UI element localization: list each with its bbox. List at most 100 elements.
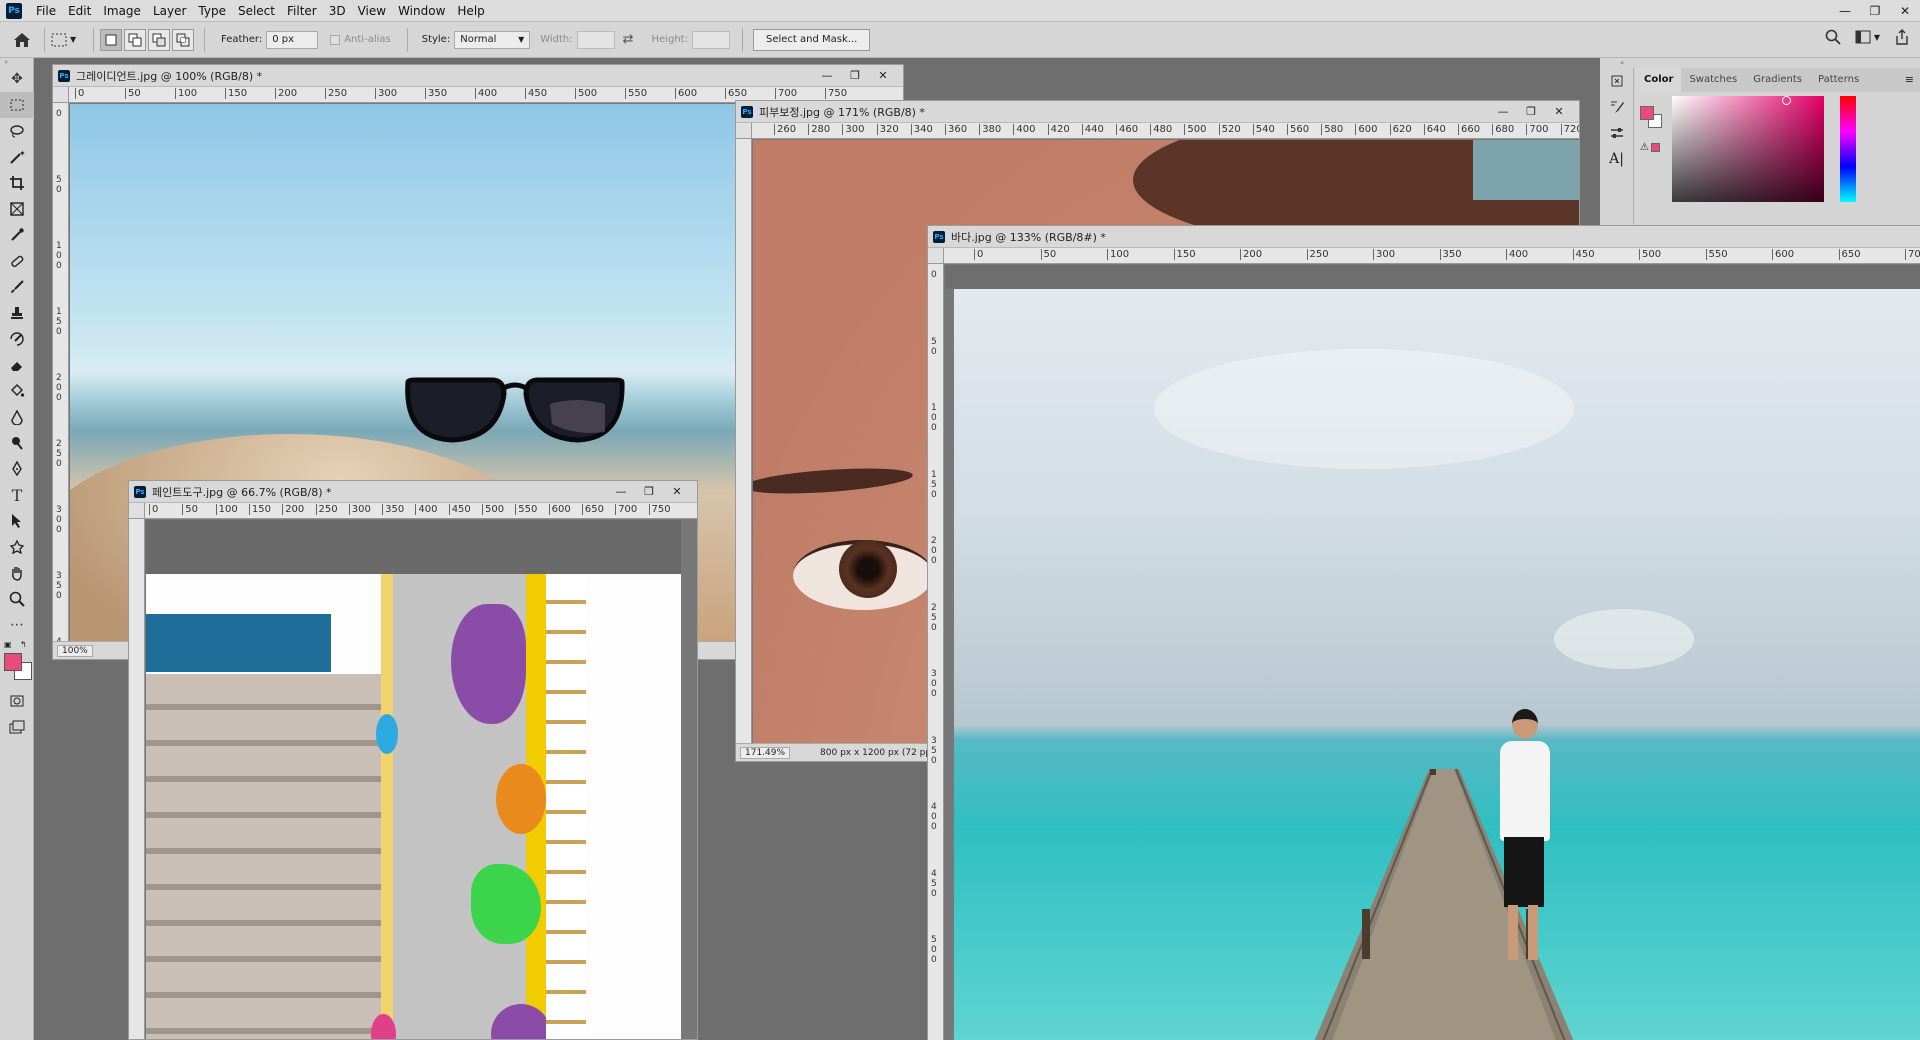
subtract-selection-button[interactable] — [148, 28, 170, 51]
vertical-ruler[interactable] — [736, 139, 752, 743]
rectangular-marquee-tool-icon[interactable] — [0, 92, 34, 118]
menu-filter[interactable]: Filter — [281, 0, 323, 22]
maximize-doc-button[interactable]: ❐ — [1517, 101, 1545, 123]
document-tab[interactable]: Ps 바다.jpg @ 133% (RGB/8#) * — [928, 226, 1920, 248]
close-doc-button[interactable]: ✕ — [869, 65, 897, 87]
menu-type[interactable]: Type — [192, 0, 232, 22]
type-tool-icon[interactable]: T — [0, 482, 34, 508]
document-tab[interactable]: Ps 피부보정.jpg @ 171% (RGB/8) * — ❐ ✕ — [736, 101, 1579, 123]
home-button[interactable] — [0, 32, 44, 48]
menu-help[interactable]: Help — [451, 0, 490, 22]
horizontal-ruler[interactable]: 260 280 300 320 340 360 380 400 420 440 460 480 500 5… — [752, 123, 1579, 139]
brush-settings-icon[interactable] — [1600, 94, 1633, 120]
tab-color[interactable]: Color — [1636, 68, 1682, 92]
color-field[interactable] — [1672, 96, 1824, 202]
close-doc-button[interactable]: ✕ — [1545, 101, 1573, 123]
panel-menu-icon[interactable]: ≡ — [1905, 68, 1920, 92]
horizontal-ruler[interactable]: 0 50 100 150 200 250 300 350 400 450 500 550 600 650 7… — [944, 248, 1920, 264]
adjustments-icon[interactable] — [1600, 120, 1633, 146]
horizontal-ruler[interactable]: 0 50 100 150 200 250 300 350 400 450 500 550 600 650 7… — [145, 503, 697, 519]
restore-button[interactable]: ❐ — [1860, 0, 1890, 22]
crop-tool-icon[interactable] — [0, 170, 34, 196]
history-panel-icon[interactable] — [1600, 68, 1633, 94]
swap-colors-icon[interactable]: ↰ — [20, 640, 27, 649]
zoom-level[interactable]: 171.49% — [740, 746, 791, 759]
brush-tool-icon[interactable] — [0, 274, 34, 300]
move-tool-icon[interactable]: ✥ — [0, 66, 34, 92]
lasso-tool-icon[interactable] — [0, 118, 34, 144]
eraser-tool-icon[interactable] — [0, 352, 34, 378]
minimize-doc-button[interactable]: — — [1489, 101, 1517, 123]
document-tab[interactable]: Ps 그레이디언트.jpg @ 100% (RGB/8) * — ❐ ✕ — [53, 65, 903, 87]
hand-tool-icon[interactable] — [0, 560, 34, 586]
eyedropper-tool-icon[interactable] — [0, 222, 34, 248]
healing-brush-tool-icon[interactable] — [0, 248, 34, 274]
frame-tool-icon[interactable] — [0, 196, 34, 222]
minimize-doc-button[interactable]: — — [607, 481, 635, 503]
document-tab[interactable]: Ps 페인트도구.jpg @ 66.7% (RGB/8) * — ❐ ✕ — [129, 481, 697, 503]
foreground-color-swatch[interactable] — [4, 653, 22, 671]
quick-mask-icon[interactable] — [0, 688, 34, 714]
menu-view[interactable]: View — [352, 0, 392, 22]
zoom-tool-icon[interactable] — [0, 586, 34, 612]
history-brush-tool-icon[interactable] — [0, 326, 34, 352]
swap-dimensions-icon[interactable]: ⇄ — [623, 32, 634, 47]
add-selection-button[interactable] — [124, 28, 146, 51]
width-input[interactable] — [576, 30, 615, 49]
height-input[interactable] — [691, 30, 730, 49]
custom-shape-tool-icon[interactable] — [0, 534, 34, 560]
antialias-checkbox[interactable] — [330, 34, 341, 45]
close-doc-button[interactable]: ✕ — [663, 481, 691, 503]
clone-stamp-tool-icon[interactable] — [0, 300, 34, 326]
blur-tool-icon[interactable] — [0, 404, 34, 430]
menu-3d[interactable]: 3D — [323, 0, 352, 22]
paint-bucket-tool-icon[interactable] — [0, 378, 34, 404]
menu-edit[interactable]: Edit — [62, 0, 97, 22]
zoom-level[interactable]: 100% — [57, 644, 93, 657]
hue-slider[interactable] — [1840, 96, 1856, 202]
path-selection-tool-icon[interactable] — [0, 508, 34, 534]
menu-select[interactable]: Select — [232, 0, 281, 22]
character-panel-icon[interactable]: A| — [1600, 146, 1633, 172]
search-icon[interactable] — [1825, 29, 1841, 45]
maximize-doc-button[interactable]: ❐ — [635, 481, 663, 503]
tool-preset-picker[interactable]: ▼ — [51, 33, 87, 47]
menu-file[interactable]: File — [30, 0, 62, 22]
feather-input[interactable]: 0 px — [266, 30, 319, 49]
more-tools-icon[interactable]: ⋯ — [0, 612, 34, 638]
share-icon[interactable] — [1894, 29, 1910, 45]
pen-tool-icon[interactable] — [0, 456, 34, 482]
ruler-tick-label: 260 — [774, 124, 796, 135]
minimize-button[interactable]: — — [1830, 0, 1860, 22]
divider — [406, 27, 408, 52]
collapse-toolbar-icon[interactable]: » — [0, 58, 33, 66]
default-colors-icon[interactable]: ▣ — [4, 640, 12, 649]
menu-image[interactable]: Image — [97, 0, 147, 22]
canvas-sea-photo[interactable] — [954, 289, 1920, 1040]
cloud — [1154, 349, 1574, 469]
menu-layer[interactable]: Layer — [147, 0, 192, 22]
panel-foreground-swatch[interactable] — [1640, 106, 1654, 120]
vertical-ruler[interactable]: 050100150200250300350400450500 — [928, 264, 944, 1040]
magic-wand-tool-icon[interactable]: ✦ — [0, 144, 34, 170]
new-selection-button[interactable] — [100, 28, 122, 51]
style-select[interactable]: Normal ▼ — [454, 30, 531, 49]
intersect-selection-button[interactable] — [172, 28, 194, 51]
vertical-ruler[interactable]: 050100150200250300350400450500 — [53, 103, 69, 659]
close-button[interactable]: ✕ — [1890, 0, 1920, 22]
maximize-doc-button[interactable]: ❐ — [841, 65, 869, 87]
ruler-tick-label: 750 — [825, 88, 847, 99]
vertical-ruler[interactable] — [129, 519, 145, 1039]
tab-gradients[interactable]: Gradients — [1745, 68, 1810, 92]
dodge-tool-icon[interactable] — [0, 430, 34, 456]
menu-window[interactable]: Window — [392, 0, 451, 22]
screen-mode-icon[interactable] — [0, 714, 34, 740]
tab-swatches[interactable]: Swatches — [1681, 68, 1745, 92]
tab-patterns[interactable]: Patterns — [1810, 68, 1867, 92]
canvas-building-photo[interactable] — [146, 574, 681, 1039]
minimize-doc-button[interactable]: — — [813, 65, 841, 87]
select-and-mask-button[interactable]: Select and Mask... — [752, 28, 871, 51]
out-of-gamut-warning-icon[interactable]: ⚠ — [1640, 142, 1660, 153]
collapse-dock-icon[interactable]: « — [1600, 58, 1920, 68]
workspace-switcher[interactable]: ▼ — [1855, 30, 1880, 44]
